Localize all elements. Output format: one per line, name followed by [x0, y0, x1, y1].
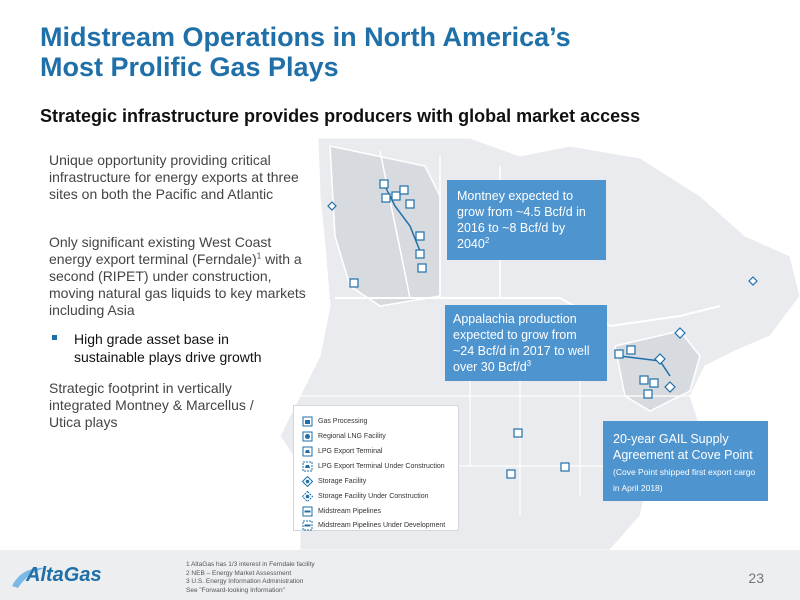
legend-item: Gas Processing	[302, 415, 367, 427]
intro-paragraph: Unique opportunity providing critical in…	[49, 152, 299, 202]
title-line-2: Most Prolific Gas Plays	[40, 52, 339, 82]
footnote-3: 3 U.S. Energy Information Administration	[186, 578, 304, 585]
legend-label: LPG Export Terminal	[318, 447, 383, 455]
footer-bar	[0, 550, 800, 600]
bullet-marker	[52, 335, 57, 340]
legend-item: Storage Facility Under Construction	[302, 490, 429, 502]
regional-lng-icon	[302, 431, 313, 441]
legend-label: Gas Processing	[318, 417, 368, 425]
altagas-logo: AltaGas	[26, 564, 102, 586]
midstream-pipeline-icon	[302, 506, 313, 516]
montney-text: Montney expected to grow from ~4.5 Bcf/d…	[457, 189, 586, 251]
legend-label: Storage Facility	[318, 477, 367, 485]
legend-item: Regional LNG Facility	[302, 430, 386, 442]
lpg-export-construction-icon	[302, 461, 313, 471]
pipeline-development-icon	[302, 520, 313, 530]
title-line-1: Midstream Operations in North America’s	[40, 22, 571, 52]
legend-label: LPG Export Terminal Under Construction	[318, 462, 445, 470]
ferndale-paragraph: Only significant existing West Coast ene…	[49, 234, 311, 319]
footnote-disclaimer: See "Forward-looking Information"	[186, 586, 285, 594]
legend-item: LPG Export Terminal Under Construction	[302, 460, 445, 472]
footnote-ref-2: 2	[484, 235, 490, 245]
legend-item: LPG Export Terminal	[302, 445, 382, 457]
ferndale-text-a: Only significant existing West Coast ene…	[49, 234, 272, 267]
slide-subtitle: Strategic infrastructure provides produc…	[40, 106, 641, 126]
lpg-export-icon	[302, 446, 313, 456]
legend-label: Midstream Pipelines Under Development	[318, 521, 446, 529]
legend-item: Midstream Pipelines	[302, 505, 381, 517]
storage-construction-icon	[302, 490, 313, 502]
gail-note: (Cove Point shipped first export cargo i…	[613, 467, 756, 493]
slide-title: Midstream Operations in North America’s …	[40, 22, 571, 82]
bullet-item: High grade asset base in sustainable pla…	[52, 330, 292, 366]
gas-processing-icon	[302, 416, 313, 426]
legend-label: Storage Facility Under Construction	[318, 492, 429, 500]
storage-facility-icon	[302, 475, 313, 487]
legend-item: Midstream Pipelines Under Development	[302, 519, 445, 531]
gail-text: 20-year GAIL Supply Agreement at Cove Po…	[613, 432, 753, 462]
legend-label: Midstream Pipelines	[318, 507, 382, 515]
appalachia-callout: Appalachia production expected to grow f…	[445, 305, 607, 381]
footnote-ref-3: 3	[526, 358, 532, 368]
montney-callout: Montney expected to grow from ~4.5 Bcf/d…	[447, 180, 606, 260]
map-legend: Gas Processing Regional LNG Facility LPG…	[293, 405, 459, 531]
footnote-2: 2 NEB – Energy Market Assessment	[186, 569, 292, 577]
appalachia-text: Appalachia production expected to grow f…	[453, 312, 590, 374]
footnotes: 1 AltaGas has 1/3 interest in Ferndale f…	[186, 561, 315, 595]
page-number: 23	[748, 570, 764, 586]
legend-item: Storage Facility	[302, 475, 366, 487]
legend-label: Regional LNG Facility	[318, 432, 386, 440]
footprint-paragraph: Strategic footprint in vertically integr…	[49, 380, 254, 430]
footnote-1: 1 AltaGas has 1/3 interest in Ferndale f…	[186, 561, 315, 568]
gail-callout: 20-year GAIL Supply Agreement at Cove Po…	[603, 421, 768, 501]
bullet-text: High grade asset base in sustainable pla…	[74, 331, 262, 365]
